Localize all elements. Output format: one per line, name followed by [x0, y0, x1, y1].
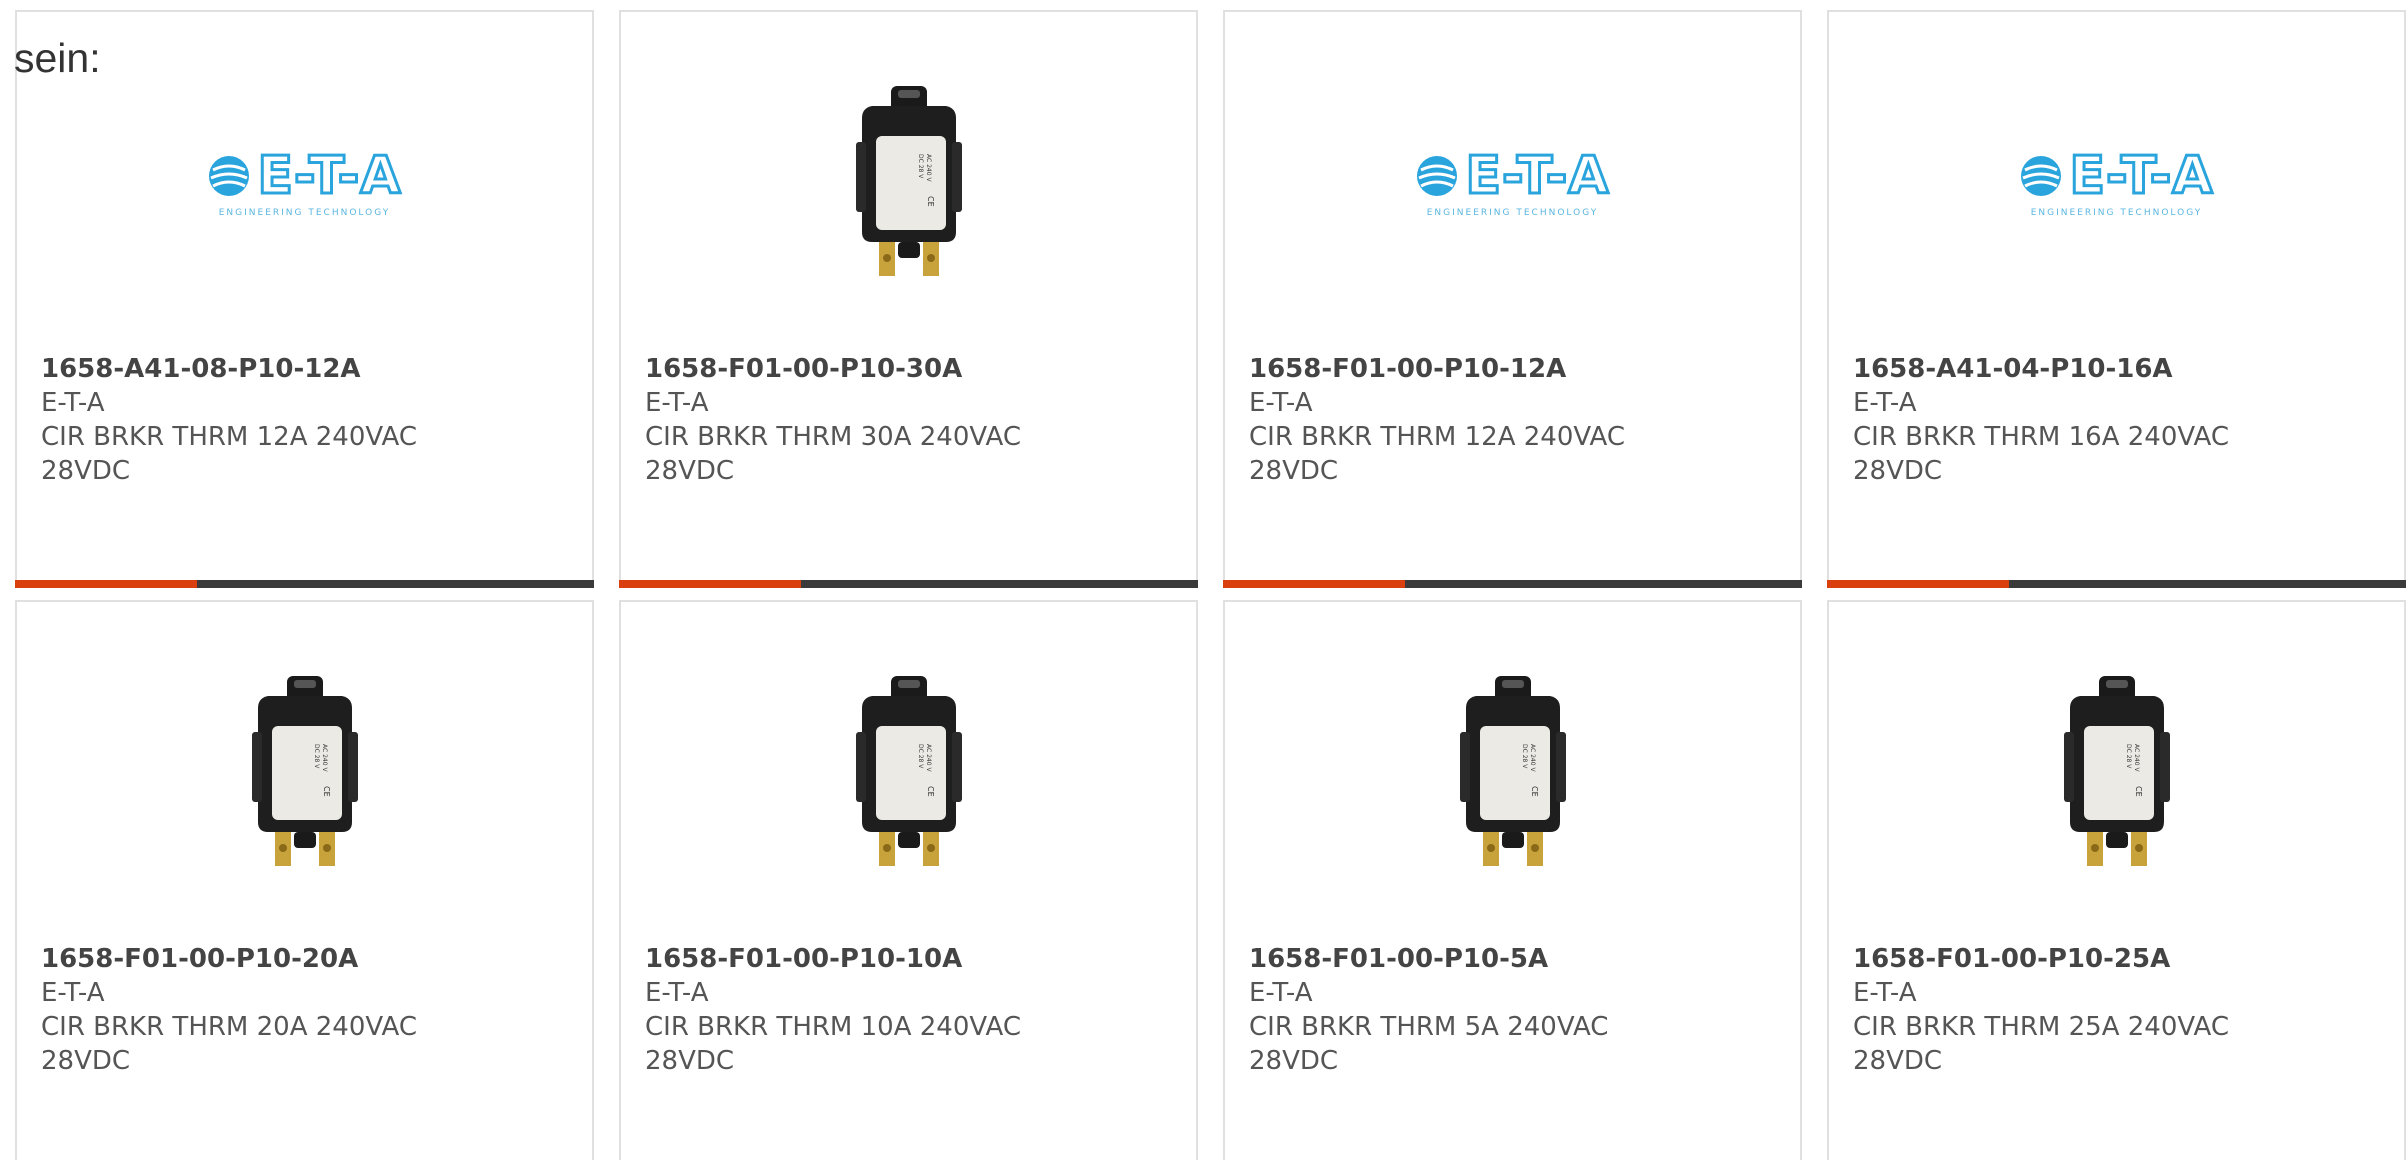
product-card[interactable]: AC 240 V DC 28 V CE 1658-F01-00-P10-10A …: [619, 600, 1198, 1160]
description-line1: CIR BRKR THRM 16A 240VAC: [1853, 422, 2229, 452]
logo-text: E-T-A: [2068, 145, 2214, 208]
description-line2: 28VDC: [1853, 1046, 1943, 1076]
description-line2: 28VDC: [1249, 456, 1339, 486]
circuit-breaker-icon: AC 240 V DC 28 V CE: [1459, 676, 1566, 866]
part-number[interactable]: 1658-F01-00-P10-20A: [41, 942, 572, 976]
circuit-breaker-icon: AC 240 V DC 28 V CE: [2063, 676, 2170, 866]
svg-text:DC 28 V: DC 28 V: [917, 154, 924, 179]
manufacturer: E-T-A: [1249, 388, 1313, 418]
logo-subtitle: ENGINEERING TECHNOLOGY: [1426, 208, 1599, 218]
svg-text:DC 28 V: DC 28 V: [313, 744, 320, 769]
card-bottom-bar: [15, 580, 594, 588]
product-info: 1658-A41-04-P10-16A E-T-A CIR BRKR THRM …: [1853, 352, 2384, 488]
svg-text:CE: CE: [926, 786, 935, 797]
part-number[interactable]: 1658-F01-00-P10-12A: [1249, 352, 1780, 386]
product-info: 1658-A41-08-P10-12A E-T-A CIR BRKR THRM …: [41, 352, 572, 488]
svg-text:AC 240 V: AC 240 V: [1529, 744, 1536, 772]
product-card[interactable]: E-T-A ENGINEERING TECHNOLOGY 1658-A41-04…: [1827, 10, 2406, 588]
circuit-breaker-icon: AC 240 V DC 28 V CE: [251, 676, 358, 866]
product-image: AC 240 V DC 28 V CE: [2017, 672, 2217, 872]
svg-text:CE: CE: [322, 786, 331, 797]
svg-text:AC 240 V: AC 240 V: [925, 154, 932, 182]
card-bottom-bar: [1223, 580, 1802, 588]
svg-text:CE: CE: [1530, 786, 1539, 797]
product-image: E-T-A ENGINEERING TECHNOLOGY: [1413, 82, 1613, 282]
product-image: AC 240 V DC 28 V CE: [205, 672, 405, 872]
description-line2: 28VDC: [1853, 456, 1943, 486]
globe-icon: [2021, 156, 2062, 196]
product-info: 1658-F01-00-P10-20A E-T-A CIR BRKR THRM …: [41, 942, 572, 1078]
manufacturer: E-T-A: [41, 388, 105, 418]
description-line1: CIR BRKR THRM 30A 240VAC: [645, 422, 1021, 452]
logo-subtitle: ENGINEERING TECHNOLOGY: [218, 208, 391, 218]
description-line1: CIR BRKR THRM 5A 240VAC: [1249, 1012, 1609, 1042]
svg-text:DC 28 V: DC 28 V: [2125, 744, 2132, 769]
globe-icon: [209, 156, 250, 196]
description-line2: 28VDC: [645, 456, 735, 486]
logo-text: E-T-A: [256, 145, 402, 208]
manufacturer: E-T-A: [41, 978, 105, 1008]
description-line2: 28VDC: [645, 1046, 735, 1076]
description-line2: 28VDC: [1249, 1046, 1339, 1076]
product-info: 1658-F01-00-P10-30A E-T-A CIR BRKR THRM …: [645, 352, 1176, 488]
svg-text:AC 240 V: AC 240 V: [925, 744, 932, 772]
manufacturer: E-T-A: [1853, 978, 1917, 1008]
svg-text:DC 28 V: DC 28 V: [917, 744, 924, 769]
manufacturer: E-T-A: [1249, 978, 1313, 1008]
manufacturer: E-T-A: [1853, 388, 1917, 418]
product-card[interactable]: AC 240 V DC 28 V CE 1658-F01-00-P10-5A E…: [1223, 600, 1802, 1160]
part-number[interactable]: 1658-F01-00-P10-10A: [645, 942, 1176, 976]
product-grid: E-T-A ENGINEERING TECHNOLOGY 1658-A41-08…: [15, 10, 2406, 1160]
manufacturer: E-T-A: [645, 388, 709, 418]
product-info: 1658-F01-00-P10-5A E-T-A CIR BRKR THRM 5…: [1249, 942, 1780, 1078]
card-bottom-bar: [619, 580, 1198, 588]
logo-text: E-T-A: [1464, 145, 1610, 208]
card-accent: [1827, 580, 2009, 588]
product-card[interactable]: AC 240 V DC 28 V CE 1658-F01-00-P10-30A …: [619, 10, 1198, 588]
description-line1: CIR BRKR THRM 12A 240VAC: [1249, 422, 1625, 452]
eta-logo: E-T-A ENGINEERING TECHNOLOGY: [207, 145, 402, 218]
part-number[interactable]: 1658-A41-04-P10-16A: [1853, 352, 2384, 386]
globe-icon: [1417, 156, 1458, 196]
eta-logo: E-T-A ENGINEERING TECHNOLOGY: [2019, 145, 2214, 218]
part-number[interactable]: 1658-F01-00-P10-30A: [645, 352, 1176, 386]
description-line1: CIR BRKR THRM 25A 240VAC: [1853, 1012, 2229, 1042]
product-info: 1658-F01-00-P10-25A E-T-A CIR BRKR THRM …: [1853, 942, 2384, 1078]
description-line2: 28VDC: [41, 1046, 131, 1076]
part-number[interactable]: 1658-A41-08-P10-12A: [41, 352, 572, 386]
svg-text:CE: CE: [926, 196, 935, 207]
part-number[interactable]: 1658-F01-00-P10-25A: [1853, 942, 2384, 976]
product-info: 1658-F01-00-P10-10A E-T-A CIR BRKR THRM …: [645, 942, 1176, 1078]
product-image: AC 240 V DC 28 V CE: [809, 672, 1009, 872]
circuit-breaker-icon: AC 240 V DC 28 V CE: [855, 86, 962, 276]
svg-text:AC 240 V: AC 240 V: [2133, 744, 2140, 772]
product-image: AC 240 V DC 28 V CE: [1413, 672, 1613, 872]
description-line2: 28VDC: [41, 456, 131, 486]
description-line1: CIR BRKR THRM 12A 240VAC: [41, 422, 417, 452]
product-card[interactable]: AC 240 V DC 28 V CE 1658-F01-00-P10-20A …: [15, 600, 594, 1160]
card-accent: [1223, 580, 1405, 588]
product-image: E-T-A ENGINEERING TECHNOLOGY: [2017, 82, 2217, 282]
product-card[interactable]: E-T-A ENGINEERING TECHNOLOGY 1658-A41-08…: [15, 10, 594, 588]
description-line1: CIR BRKR THRM 10A 240VAC: [645, 1012, 1021, 1042]
product-info: 1658-F01-00-P10-12A E-T-A CIR BRKR THRM …: [1249, 352, 1780, 488]
svg-text:AC 240 V: AC 240 V: [321, 744, 328, 772]
svg-text:DC 28 V: DC 28 V: [1521, 744, 1528, 769]
product-image: AC 240 V DC 28 V CE: [809, 82, 1009, 282]
description-line1: CIR BRKR THRM 20A 240VAC: [41, 1012, 417, 1042]
card-accent: [619, 580, 801, 588]
card-accent: [15, 580, 197, 588]
product-card[interactable]: E-T-A ENGINEERING TECHNOLOGY 1658-F01-00…: [1223, 10, 1802, 588]
svg-text:CE: CE: [2134, 786, 2143, 797]
part-number[interactable]: 1658-F01-00-P10-5A: [1249, 942, 1780, 976]
card-bottom-bar: [1827, 580, 2406, 588]
eta-logo: E-T-A ENGINEERING TECHNOLOGY: [1415, 145, 1610, 218]
manufacturer: E-T-A: [645, 978, 709, 1008]
product-card[interactable]: AC 240 V DC 28 V CE 1658-F01-00-P10-25A …: [1827, 600, 2406, 1160]
intro-text: sein:: [14, 35, 101, 81]
logo-subtitle: ENGINEERING TECHNOLOGY: [2030, 208, 2203, 218]
circuit-breaker-icon: AC 240 V DC 28 V CE: [855, 676, 962, 866]
product-image: E-T-A ENGINEERING TECHNOLOGY: [205, 82, 405, 282]
